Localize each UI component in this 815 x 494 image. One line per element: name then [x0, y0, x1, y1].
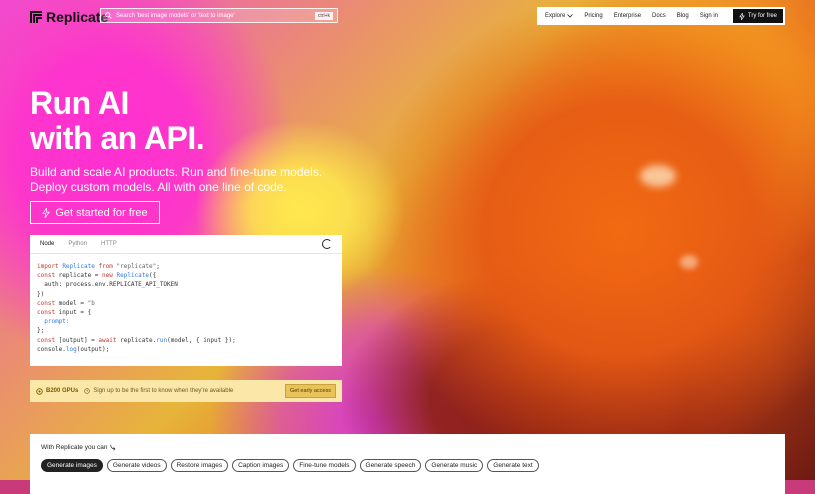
- hero-title-line2: with an API.: [30, 120, 205, 156]
- b200-message-text: Sign up to be the first to know when the…: [93, 388, 234, 394]
- chip-generate-speech[interactable]: Generate speech: [359, 459, 422, 472]
- capabilities-panel: With Replicate you can Generate images G…: [30, 434, 785, 494]
- code-line: console.log(output);: [37, 345, 110, 353]
- brand-name: Replicate: [46, 9, 109, 25]
- chip-fine-tune-models[interactable]: Fine-tune models: [293, 459, 356, 472]
- loading-spinner-icon: [322, 239, 332, 249]
- code-tabs: Node Python HTTP: [30, 235, 342, 254]
- code-line: const model = "b: [37, 299, 95, 307]
- lightning-icon: [739, 12, 745, 20]
- try-for-free-button[interactable]: Try for free: [732, 9, 783, 23]
- chip-generate-videos[interactable]: Generate videos: [106, 459, 167, 472]
- capability-chips: Generate images Generate videos Restore …: [41, 459, 774, 472]
- get-started-label: Get started for free: [55, 206, 148, 219]
- code-line: const [output] = await replicate.run(mod…: [37, 336, 236, 344]
- nav-sign-in[interactable]: Sign in: [700, 13, 718, 19]
- b200-tag: B200 GPUs: [46, 388, 79, 394]
- hero-subtitle-line1: Build and scale AI products. Run and fin…: [30, 165, 323, 179]
- code-example-card: Node Python HTTP import Replicate from "…: [30, 235, 342, 366]
- background-highlight: [640, 165, 676, 187]
- nav-enterprise[interactable]: Enterprise: [614, 13, 641, 19]
- tab-python[interactable]: Python: [68, 241, 87, 247]
- top-nav: Explore Pricing Enterprise Docs Blog Sig…: [537, 7, 785, 25]
- code-line: };: [37, 327, 45, 335]
- background-highlight: [680, 255, 698, 269]
- hero-title: Run AI with an API.: [30, 85, 205, 156]
- tab-http[interactable]: HTTP: [101, 241, 117, 247]
- get-started-button[interactable]: Get started for free: [30, 201, 160, 224]
- search-icon: [105, 12, 112, 19]
- capabilities-label: With Replicate you can: [41, 444, 774, 451]
- nav-explore-label: Explore: [545, 13, 566, 19]
- code-line: prompt:: [44, 318, 70, 326]
- code-line: }): [37, 290, 45, 298]
- nav-pricing[interactable]: Pricing: [584, 13, 602, 19]
- tab-node[interactable]: Node: [40, 241, 54, 247]
- replicate-logo-icon: [30, 11, 42, 23]
- get-early-access-button[interactable]: Get early access: [285, 384, 336, 398]
- chip-restore-images[interactable]: Restore images: [170, 459, 229, 472]
- chip-caption-images[interactable]: Caption images: [232, 459, 290, 472]
- nav-explore[interactable]: Explore: [545, 13, 574, 19]
- b200-message: Sign up to be the first to know when the…: [84, 388, 233, 394]
- hero-title-line1: Run AI: [30, 85, 129, 121]
- capabilities-label-text: With Replicate you can: [41, 444, 108, 451]
- code-block: import Replicate from "replicate"; const …: [30, 254, 342, 354]
- nav-docs[interactable]: Docs: [652, 13, 666, 19]
- gpu-icon: [36, 387, 43, 395]
- search-input[interactable]: Search 'best image models' or 'text to i…: [100, 8, 338, 23]
- chip-generate-images[interactable]: Generate images: [41, 459, 103, 472]
- arrow-down-right-icon: [110, 444, 116, 451]
- code-line: auth: process.env.REPLICATE_API_TOKEN: [37, 281, 178, 289]
- hero-subtitle: Build and scale AI products. Run and fin…: [30, 165, 340, 195]
- hero-subtitle-line2: Deploy custom models. All with one line …: [30, 180, 287, 194]
- try-for-free-label: Try for free: [747, 13, 777, 19]
- lightning-icon: [42, 207, 51, 218]
- brand-logo[interactable]: Replicate: [30, 9, 108, 25]
- code-line: const input = {: [37, 309, 92, 317]
- code-line: import Replicate from "replicate";: [37, 263, 160, 270]
- chevron-down-icon: [567, 14, 574, 18]
- search-shortcut: ctrl+k: [314, 11, 333, 20]
- chip-generate-text[interactable]: Generate text: [487, 459, 539, 472]
- code-line: const replicate = new Replicate({: [37, 272, 157, 280]
- search-placeholder: Search 'best image models' or 'text to i…: [116, 12, 235, 19]
- nav-blog[interactable]: Blog: [677, 13, 689, 19]
- b200-banner: B200 GPUs Sign up to be the first to kno…: [30, 380, 342, 402]
- chip-generate-music[interactable]: Generate music: [425, 459, 484, 472]
- clock-icon: [84, 388, 91, 394]
